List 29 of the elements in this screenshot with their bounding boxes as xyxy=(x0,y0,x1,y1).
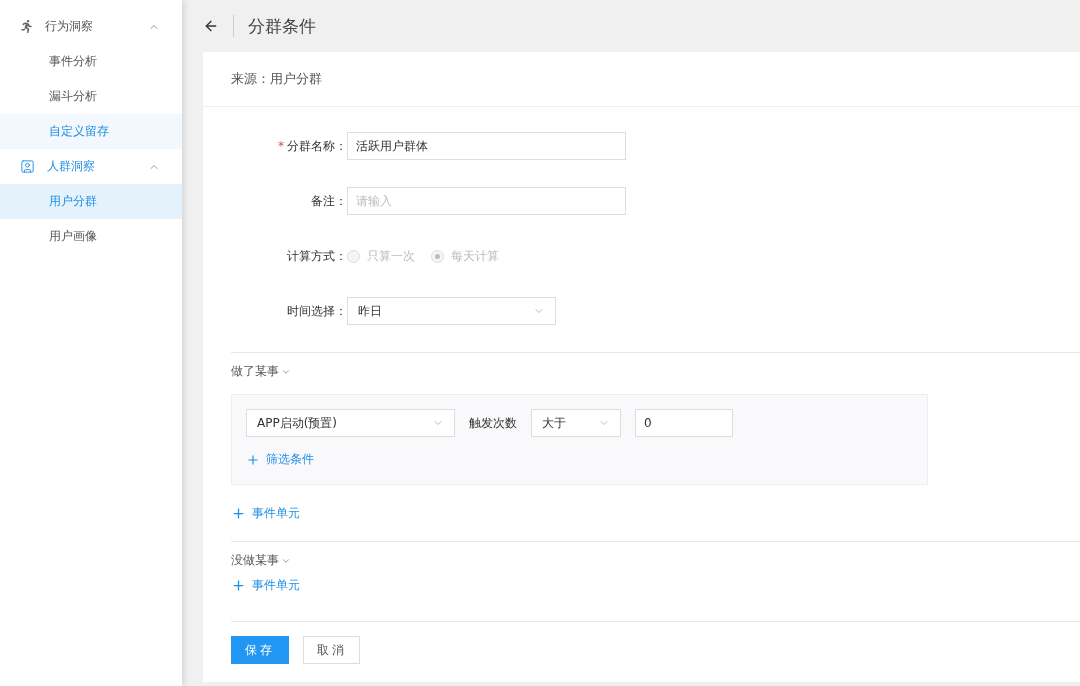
field-label: 备注： xyxy=(310,192,347,210)
section-toggle[interactable]: 没做某事 xyxy=(231,552,291,569)
add-event-unit-link[interactable]: 事件单元 xyxy=(231,577,300,594)
group-name-input[interactable]: 活跃用户群体 xyxy=(347,132,626,160)
plus-icon xyxy=(231,506,246,521)
add-event-unit-link[interactable]: 事件单元 xyxy=(231,505,300,522)
operator-select[interactable]: 大于 xyxy=(531,409,621,437)
cancel-button[interactable]: 取消 xyxy=(303,636,360,664)
source-label: 来源：用户分群 xyxy=(231,70,322,88)
event-select[interactable]: APP启动(预置) xyxy=(246,409,455,437)
page-title: 分群条件 xyxy=(248,14,316,38)
field-label: 计算方式： xyxy=(286,247,347,265)
plus-icon xyxy=(246,452,260,467)
sidebar-item[interactable]: 事件分析 xyxy=(0,44,182,79)
sidebar-group[interactable]: 行为洞察 xyxy=(0,9,182,44)
section-toggle[interactable]: 做了某事 xyxy=(231,363,291,380)
field-label: 时间选择： xyxy=(286,302,347,320)
metric-label: 触发次数 xyxy=(469,414,517,432)
runner-icon xyxy=(20,20,33,33)
time-select[interactable]: 昨日 xyxy=(347,297,556,325)
sidebar-item[interactable]: 漏斗分析 xyxy=(0,79,182,114)
back-button[interactable] xyxy=(203,18,219,34)
plus-icon xyxy=(231,578,246,593)
count-input[interactable]: 0 xyxy=(635,409,733,437)
note-input[interactable]: 请输入 xyxy=(347,187,626,215)
person-square-icon xyxy=(20,159,35,174)
field-label: * 分群名称： xyxy=(277,137,347,155)
sidebar-group[interactable]: 人群洞察 xyxy=(0,149,182,184)
sidebar-item[interactable]: 用户画像 xyxy=(0,219,182,254)
